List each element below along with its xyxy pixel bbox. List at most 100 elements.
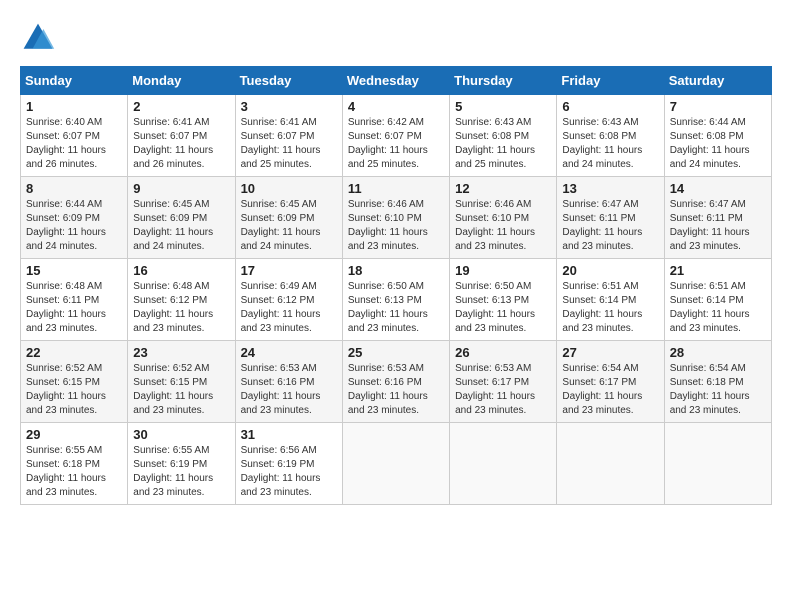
day-info: Sunrise: 6:52 AMSunset: 6:15 PMDaylight:… — [133, 363, 213, 416]
col-header-thursday: Thursday — [450, 67, 557, 95]
day-cell-6: 6 Sunrise: 6:43 AMSunset: 6:08 PMDayligh… — [557, 95, 664, 177]
day-info: Sunrise: 6:43 AMSunset: 6:08 PMDaylight:… — [562, 117, 642, 170]
day-cell-19: 19 Sunrise: 6:50 AMSunset: 6:13 PMDaylig… — [450, 259, 557, 341]
day-info: Sunrise: 6:40 AMSunset: 6:07 PMDaylight:… — [26, 117, 106, 170]
day-info: Sunrise: 6:49 AMSunset: 6:12 PMDaylight:… — [241, 281, 321, 334]
day-number: 7 — [670, 99, 766, 114]
day-number: 4 — [348, 99, 444, 114]
day-number: 8 — [26, 181, 122, 196]
col-header-tuesday: Tuesday — [235, 67, 342, 95]
day-number: 17 — [241, 263, 337, 278]
day-info: Sunrise: 6:50 AMSunset: 6:13 PMDaylight:… — [455, 281, 535, 334]
day-info: Sunrise: 6:54 AMSunset: 6:17 PMDaylight:… — [562, 363, 642, 416]
day-info: Sunrise: 6:51 AMSunset: 6:14 PMDaylight:… — [562, 281, 642, 334]
day-cell-29: 29 Sunrise: 6:55 AMSunset: 6:18 PMDaylig… — [21, 423, 128, 505]
calendar-week-5: 29 Sunrise: 6:55 AMSunset: 6:18 PMDaylig… — [21, 423, 772, 505]
day-cell-13: 13 Sunrise: 6:47 AMSunset: 6:11 PMDaylig… — [557, 177, 664, 259]
day-cell-2: 2 Sunrise: 6:41 AMSunset: 6:07 PMDayligh… — [128, 95, 235, 177]
day-number: 12 — [455, 181, 551, 196]
col-header-friday: Friday — [557, 67, 664, 95]
day-number: 5 — [455, 99, 551, 114]
day-cell-5: 5 Sunrise: 6:43 AMSunset: 6:08 PMDayligh… — [450, 95, 557, 177]
calendar-table: SundayMondayTuesdayWednesdayThursdayFrid… — [20, 66, 772, 505]
day-number: 23 — [133, 345, 229, 360]
col-header-saturday: Saturday — [664, 67, 771, 95]
col-header-wednesday: Wednesday — [342, 67, 449, 95]
day-info: Sunrise: 6:48 AMSunset: 6:11 PMDaylight:… — [26, 281, 106, 334]
empty-cell — [450, 423, 557, 505]
calendar-week-4: 22 Sunrise: 6:52 AMSunset: 6:15 PMDaylig… — [21, 341, 772, 423]
day-cell-9: 9 Sunrise: 6:45 AMSunset: 6:09 PMDayligh… — [128, 177, 235, 259]
logo — [20, 20, 60, 56]
day-cell-17: 17 Sunrise: 6:49 AMSunset: 6:12 PMDaylig… — [235, 259, 342, 341]
day-cell-26: 26 Sunrise: 6:53 AMSunset: 6:17 PMDaylig… — [450, 341, 557, 423]
day-number: 22 — [26, 345, 122, 360]
day-info: Sunrise: 6:56 AMSunset: 6:19 PMDaylight:… — [241, 445, 321, 498]
day-number: 21 — [670, 263, 766, 278]
day-info: Sunrise: 6:46 AMSunset: 6:10 PMDaylight:… — [348, 199, 428, 252]
day-info: Sunrise: 6:53 AMSunset: 6:16 PMDaylight:… — [241, 363, 321, 416]
day-number: 1 — [26, 99, 122, 114]
logo-icon — [20, 20, 56, 56]
page-header — [20, 20, 772, 56]
calendar-week-2: 8 Sunrise: 6:44 AMSunset: 6:09 PMDayligh… — [21, 177, 772, 259]
day-number: 28 — [670, 345, 766, 360]
day-info: Sunrise: 6:44 AMSunset: 6:09 PMDaylight:… — [26, 199, 106, 252]
day-cell-4: 4 Sunrise: 6:42 AMSunset: 6:07 PMDayligh… — [342, 95, 449, 177]
day-info: Sunrise: 6:54 AMSunset: 6:18 PMDaylight:… — [670, 363, 750, 416]
day-cell-28: 28 Sunrise: 6:54 AMSunset: 6:18 PMDaylig… — [664, 341, 771, 423]
day-cell-18: 18 Sunrise: 6:50 AMSunset: 6:13 PMDaylig… — [342, 259, 449, 341]
day-cell-24: 24 Sunrise: 6:53 AMSunset: 6:16 PMDaylig… — [235, 341, 342, 423]
day-cell-20: 20 Sunrise: 6:51 AMSunset: 6:14 PMDaylig… — [557, 259, 664, 341]
empty-cell — [342, 423, 449, 505]
day-number: 2 — [133, 99, 229, 114]
day-cell-12: 12 Sunrise: 6:46 AMSunset: 6:10 PMDaylig… — [450, 177, 557, 259]
day-number: 10 — [241, 181, 337, 196]
day-number: 20 — [562, 263, 658, 278]
day-number: 30 — [133, 427, 229, 442]
day-cell-21: 21 Sunrise: 6:51 AMSunset: 6:14 PMDaylig… — [664, 259, 771, 341]
day-cell-30: 30 Sunrise: 6:55 AMSunset: 6:19 PMDaylig… — [128, 423, 235, 505]
empty-cell — [557, 423, 664, 505]
day-info: Sunrise: 6:43 AMSunset: 6:08 PMDaylight:… — [455, 117, 535, 170]
calendar-week-3: 15 Sunrise: 6:48 AMSunset: 6:11 PMDaylig… — [21, 259, 772, 341]
day-cell-11: 11 Sunrise: 6:46 AMSunset: 6:10 PMDaylig… — [342, 177, 449, 259]
day-cell-27: 27 Sunrise: 6:54 AMSunset: 6:17 PMDaylig… — [557, 341, 664, 423]
day-number: 18 — [348, 263, 444, 278]
day-info: Sunrise: 6:44 AMSunset: 6:08 PMDaylight:… — [670, 117, 750, 170]
day-number: 27 — [562, 345, 658, 360]
day-info: Sunrise: 6:45 AMSunset: 6:09 PMDaylight:… — [133, 199, 213, 252]
day-info: Sunrise: 6:45 AMSunset: 6:09 PMDaylight:… — [241, 199, 321, 252]
day-info: Sunrise: 6:55 AMSunset: 6:18 PMDaylight:… — [26, 445, 106, 498]
col-header-monday: Monday — [128, 67, 235, 95]
day-info: Sunrise: 6:53 AMSunset: 6:16 PMDaylight:… — [348, 363, 428, 416]
col-header-sunday: Sunday — [21, 67, 128, 95]
day-info: Sunrise: 6:52 AMSunset: 6:15 PMDaylight:… — [26, 363, 106, 416]
day-cell-1: 1 Sunrise: 6:40 AMSunset: 6:07 PMDayligh… — [21, 95, 128, 177]
day-info: Sunrise: 6:53 AMSunset: 6:17 PMDaylight:… — [455, 363, 535, 416]
day-info: Sunrise: 6:55 AMSunset: 6:19 PMDaylight:… — [133, 445, 213, 498]
day-info: Sunrise: 6:41 AMSunset: 6:07 PMDaylight:… — [241, 117, 321, 170]
day-cell-7: 7 Sunrise: 6:44 AMSunset: 6:08 PMDayligh… — [664, 95, 771, 177]
day-cell-31: 31 Sunrise: 6:56 AMSunset: 6:19 PMDaylig… — [235, 423, 342, 505]
day-number: 26 — [455, 345, 551, 360]
day-cell-8: 8 Sunrise: 6:44 AMSunset: 6:09 PMDayligh… — [21, 177, 128, 259]
day-cell-23: 23 Sunrise: 6:52 AMSunset: 6:15 PMDaylig… — [128, 341, 235, 423]
day-info: Sunrise: 6:42 AMSunset: 6:07 PMDaylight:… — [348, 117, 428, 170]
day-number: 3 — [241, 99, 337, 114]
day-cell-10: 10 Sunrise: 6:45 AMSunset: 6:09 PMDaylig… — [235, 177, 342, 259]
day-number: 11 — [348, 181, 444, 196]
day-info: Sunrise: 6:51 AMSunset: 6:14 PMDaylight:… — [670, 281, 750, 334]
day-info: Sunrise: 6:48 AMSunset: 6:12 PMDaylight:… — [133, 281, 213, 334]
day-number: 15 — [26, 263, 122, 278]
day-info: Sunrise: 6:46 AMSunset: 6:10 PMDaylight:… — [455, 199, 535, 252]
day-number: 14 — [670, 181, 766, 196]
day-number: 25 — [348, 345, 444, 360]
day-cell-15: 15 Sunrise: 6:48 AMSunset: 6:11 PMDaylig… — [21, 259, 128, 341]
day-cell-22: 22 Sunrise: 6:52 AMSunset: 6:15 PMDaylig… — [21, 341, 128, 423]
day-info: Sunrise: 6:41 AMSunset: 6:07 PMDaylight:… — [133, 117, 213, 170]
day-number: 13 — [562, 181, 658, 196]
day-number: 24 — [241, 345, 337, 360]
day-info: Sunrise: 6:47 AMSunset: 6:11 PMDaylight:… — [562, 199, 642, 252]
calendar-week-1: 1 Sunrise: 6:40 AMSunset: 6:07 PMDayligh… — [21, 95, 772, 177]
